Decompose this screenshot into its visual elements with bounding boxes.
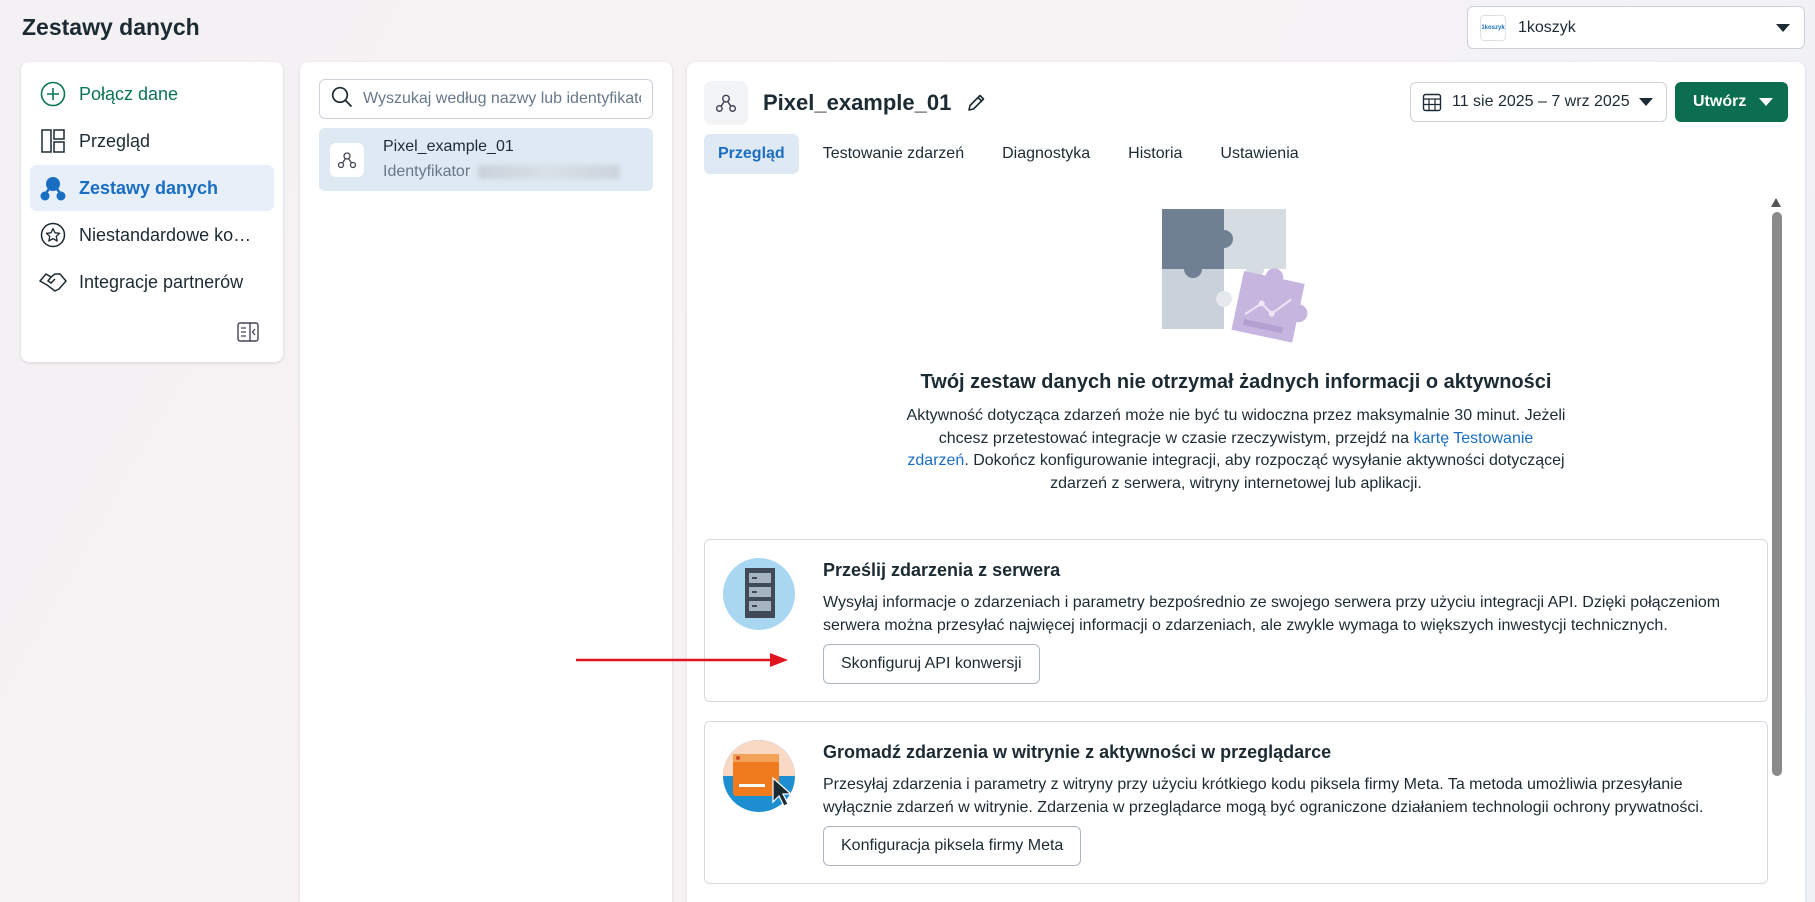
nav-item-overview[interactable]: Przegląd bbox=[30, 118, 274, 164]
empty-state-description: Aktywność dotycząca zdarzeń może nie być… bbox=[906, 405, 1566, 495]
dataset-list-item[interactable]: Pixel_example_01 Identyfikator bbox=[319, 128, 653, 191]
overview-content: Twój zestaw danych nie otrzymał żadnych … bbox=[704, 189, 1768, 902]
nav-item-partner-integrations[interactable]: Integracje partnerów bbox=[30, 259, 274, 305]
page-title: Zestawy danych bbox=[22, 14, 200, 40]
nav-item-label: Przegląd bbox=[79, 130, 151, 151]
date-range-picker[interactable]: 11 sie 2025 – 7 wrz 2025 bbox=[1410, 82, 1667, 122]
nav-item-custom-conversions[interactable]: Niestandardowe ko… bbox=[30, 212, 274, 258]
dataset-list-panel: Pixel_example_01 Identyfikator bbox=[300, 62, 672, 902]
dataset-id-label: Identyfikator bbox=[383, 163, 471, 180]
empty-state-title: Twój zestaw danych nie otrzymał żadnych … bbox=[920, 371, 1552, 393]
account-logo: 1koszyk bbox=[1480, 14, 1506, 41]
chevron-down-icon bbox=[1776, 23, 1790, 32]
dataset-name: Pixel_example_01 bbox=[383, 138, 514, 155]
tab-history[interactable]: Historia bbox=[1114, 134, 1196, 174]
server-events-card: Prześlij zdarzenia z serwera Wysyłaj inf… bbox=[704, 539, 1768, 702]
configure-meta-pixel-button[interactable]: Konfiguracja piksela firmy Meta bbox=[823, 826, 1082, 866]
nav-item-label: Niestandardowe ko… bbox=[79, 224, 252, 245]
date-range-label: 11 sie 2025 – 7 wrz 2025 bbox=[1452, 93, 1630, 110]
account-name: 1koszyk bbox=[1518, 18, 1576, 36]
configure-conversions-api-button[interactable]: Skonfiguruj API konwersji bbox=[823, 644, 1040, 684]
star-badge-icon bbox=[39, 221, 67, 249]
nav-item-connect-data[interactable]: Połącz dane bbox=[30, 71, 274, 117]
scroll-up-arrow-icon[interactable] bbox=[1771, 198, 1781, 207]
puzzle-illustration bbox=[1154, 209, 1324, 349]
tab-bar: Przegląd Testowanie zdarzeń Diagnostyka … bbox=[704, 134, 1323, 174]
pixel-icon bbox=[330, 142, 364, 177]
tab-diagnostics[interactable]: Diagnostyka bbox=[988, 134, 1104, 174]
plus-circle-icon bbox=[39, 80, 67, 108]
dataset-id-redacted bbox=[478, 165, 621, 179]
nav-item-label: Integracje partnerów bbox=[79, 271, 244, 292]
left-nav: Połącz dane Przegląd Zestawy danych Nies… bbox=[21, 62, 283, 362]
empty-state-text: . Dokończ konfigurowanie integracji, aby… bbox=[964, 452, 1565, 492]
dataset-detail-panel: Pixel_example_01 11 sie 2025 – 7 wrz 202… bbox=[687, 62, 1805, 902]
datasets-icon bbox=[39, 174, 67, 202]
tab-test-events[interactable]: Testowanie zdarzeń bbox=[809, 134, 978, 174]
card-description: Przesyłaj zdarzenia i parametry z witryn… bbox=[823, 776, 1704, 816]
chevron-down-icon bbox=[1639, 98, 1653, 106]
server-illustration bbox=[723, 558, 795, 630]
create-button-label: Utwórz bbox=[1693, 93, 1747, 110]
browser-events-card: Gromadź zdarzenia w witrynie z aktywnośc… bbox=[704, 721, 1768, 884]
nav-item-label: Zestawy danych bbox=[79, 177, 219, 198]
card-title: Prześlij zdarzenia z serwera bbox=[823, 560, 1061, 580]
tab-overview[interactable]: Przegląd bbox=[704, 134, 799, 174]
card-description: Wysyłaj informacje o zdarzeniach i param… bbox=[823, 594, 1721, 634]
card-title: Gromadź zdarzenia w witrynie z aktywnośc… bbox=[823, 742, 1332, 762]
pencil-icon[interactable] bbox=[965, 92, 987, 114]
create-button[interactable]: Utwórz bbox=[1675, 82, 1788, 122]
dataset-title: Pixel_example_01 bbox=[763, 90, 952, 115]
collapse-sidebar-icon[interactable] bbox=[237, 322, 261, 344]
chevron-down-icon bbox=[1759, 98, 1773, 106]
browser-illustration bbox=[723, 740, 795, 812]
dataset-search-box[interactable] bbox=[319, 79, 653, 119]
annotation-arrow-icon bbox=[576, 653, 788, 667]
calendar-icon bbox=[1422, 92, 1442, 112]
search-icon bbox=[331, 86, 353, 113]
layout-icon bbox=[39, 127, 67, 155]
handshake-icon bbox=[39, 268, 67, 296]
account-selector[interactable]: 1koszyk 1koszyk bbox=[1467, 6, 1805, 49]
nav-item-label: Połącz dane bbox=[79, 83, 179, 104]
search-input[interactable] bbox=[363, 90, 641, 108]
nav-item-datasets[interactable]: Zestawy danych bbox=[30, 165, 274, 211]
pixel-icon bbox=[704, 81, 748, 125]
scrollbar-thumb[interactable] bbox=[1772, 212, 1782, 776]
tab-settings[interactable]: Ustawienia bbox=[1206, 134, 1312, 174]
